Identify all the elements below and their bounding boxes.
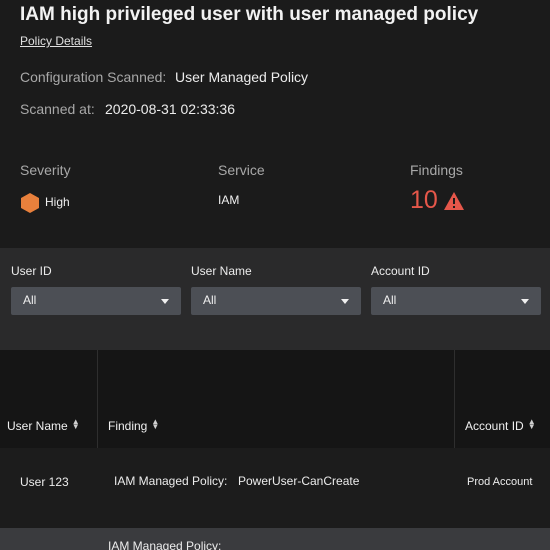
user-name-filter-label: User Name bbox=[191, 264, 252, 278]
user-name-cell: User 123 bbox=[20, 475, 69, 489]
scanned-at-value: 2020-08-31 02:33:36 bbox=[105, 101, 235, 117]
column-header-user-name: User Name ▲ ▼ bbox=[0, 350, 98, 448]
scanned-at-label: Scanned at: bbox=[20, 101, 95, 117]
column-label: User Name bbox=[7, 419, 68, 433]
user-name-filter-value: All bbox=[203, 293, 217, 307]
page-title: IAM high privileged user with user manag… bbox=[20, 4, 479, 25]
user-id-filter-value: All bbox=[23, 293, 37, 307]
severity-label: Severity bbox=[20, 162, 71, 178]
table-row[interactable]: IAM Managed Policy: bbox=[0, 528, 550, 550]
findings-count: 10 bbox=[410, 186, 438, 214]
warning-icon bbox=[444, 192, 464, 210]
table-header: User Name ▲ ▼ Finding ▲ ▼ Account ID ▲ ▼ bbox=[0, 350, 550, 448]
service-label: Service bbox=[218, 162, 265, 178]
severity-value: High bbox=[45, 195, 70, 209]
table-row[interactable]: User 123 IAM Managed Policy: PowerUser-C… bbox=[0, 448, 550, 528]
policy-details-link[interactable]: Policy Details bbox=[20, 34, 92, 48]
column-label: Account ID bbox=[465, 419, 524, 433]
sort-by-finding[interactable]: Finding ▲ ▼ bbox=[108, 417, 160, 434]
chevron-down-icon bbox=[161, 299, 169, 304]
finding-value-cell: PowerUser-CanCreate bbox=[238, 474, 360, 488]
account-id-filter-select[interactable]: All bbox=[371, 287, 541, 315]
chevron-down-icon bbox=[521, 299, 529, 304]
account-id-filter-label: Account ID bbox=[371, 264, 430, 278]
column-label: Finding bbox=[108, 419, 148, 433]
policy-header: IAM high privileged user with user manag… bbox=[0, 0, 550, 248]
user-name-filter-select[interactable]: All bbox=[191, 287, 361, 315]
service-value: IAM bbox=[218, 193, 240, 207]
account-id-cell: Prod Account bbox=[467, 476, 533, 488]
user-id-filter-select[interactable]: All bbox=[11, 287, 181, 315]
configuration-scanned-value: User Managed Policy bbox=[175, 69, 309, 85]
sort-by-user-name[interactable]: User Name ▲ ▼ bbox=[7, 417, 80, 434]
account-id-filter-value: All bbox=[383, 293, 397, 307]
findings-label: Findings bbox=[410, 162, 463, 178]
chevron-down-icon bbox=[341, 299, 349, 304]
column-header-account-id: Account ID ▲ ▼ bbox=[455, 350, 550, 448]
sort-icon: ▲ ▼ bbox=[71, 417, 80, 431]
finding-label-cell: IAM Managed Policy: bbox=[108, 539, 222, 550]
sort-icon: ▲ ▼ bbox=[151, 417, 160, 431]
user-id-filter-label: User ID bbox=[11, 264, 52, 278]
severity-hexagon-icon bbox=[21, 193, 39, 213]
finding-label-cell: IAM Managed Policy: bbox=[114, 474, 228, 488]
configuration-scanned-label: Configuration Scanned: bbox=[20, 69, 167, 85]
column-header-finding: Finding ▲ ▼ bbox=[98, 350, 455, 448]
sort-by-account-id[interactable]: Account ID ▲ ▼ bbox=[465, 417, 536, 434]
filter-bar: User ID All User Name All Account ID All bbox=[0, 248, 550, 350]
sort-icon: ▲ ▼ bbox=[527, 417, 536, 431]
